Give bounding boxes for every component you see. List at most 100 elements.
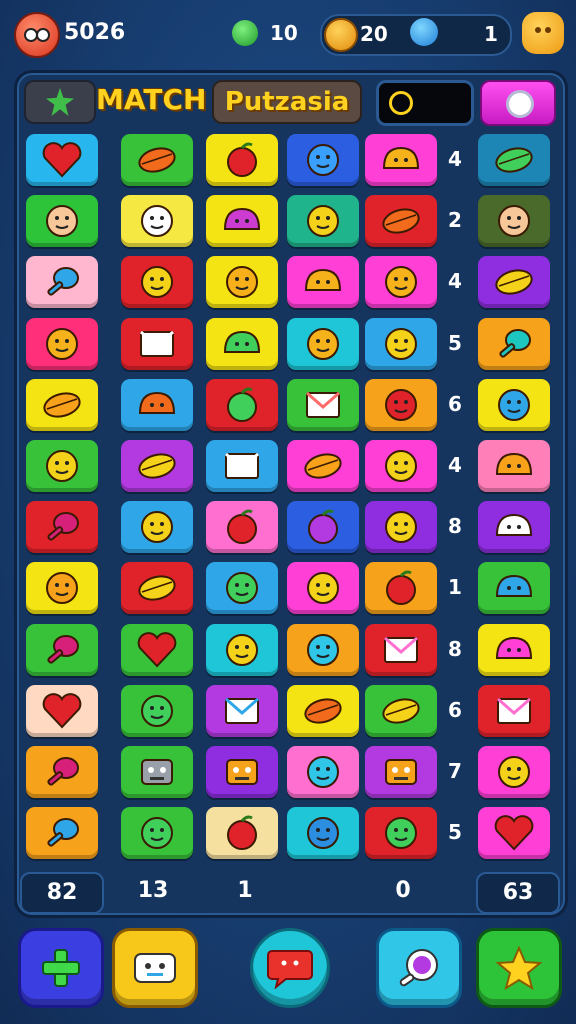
grid-tile[interactable] <box>287 501 359 554</box>
pink-orb-button[interactable] <box>480 80 556 126</box>
grid-tile[interactable] <box>365 378 437 431</box>
row-count: 2 <box>448 208 462 233</box>
grid-tile[interactable] <box>26 195 98 248</box>
grid-tile[interactable] <box>121 746 193 798</box>
grid-tile[interactable] <box>121 440 193 492</box>
grid-tile[interactable] <box>121 256 193 309</box>
env-icon <box>306 391 340 418</box>
grid-tile[interactable] <box>478 501 550 554</box>
grid-tile[interactable] <box>478 440 550 492</box>
leaf-icon <box>138 575 176 601</box>
face-icon <box>141 266 173 299</box>
grid-tile[interactable] <box>121 684 193 737</box>
grid-tile[interactable] <box>287 440 359 492</box>
add-button[interactable] <box>18 928 104 1008</box>
grid-tile[interactable] <box>121 195 193 248</box>
grid-tile[interactable] <box>478 134 550 186</box>
grid-tile[interactable] <box>206 623 278 676</box>
face-icon <box>385 266 417 299</box>
avatar[interactable] <box>14 12 60 58</box>
grid-tile[interactable] <box>206 684 278 737</box>
grid-tile[interactable] <box>26 684 98 737</box>
grid-tile[interactable] <box>121 501 193 554</box>
grid-tile[interactable] <box>26 746 98 798</box>
grid-tile[interactable] <box>287 134 359 186</box>
grid-tile[interactable] <box>365 256 437 309</box>
ring-indicator <box>376 80 474 126</box>
grid-tile[interactable] <box>365 746 437 798</box>
grid-tile[interactable] <box>121 807 193 860</box>
grid-tile[interactable] <box>26 317 98 370</box>
grid-tile[interactable] <box>478 684 550 737</box>
grid-tile[interactable] <box>365 317 437 370</box>
grid-tile[interactable] <box>478 746 550 798</box>
robot-icon <box>134 953 176 983</box>
grid-tile[interactable] <box>365 440 437 492</box>
grid-tile[interactable] <box>478 807 550 860</box>
grid-tile[interactable] <box>26 623 98 676</box>
grid-tile[interactable] <box>287 562 359 615</box>
grid-tile[interactable] <box>478 195 550 248</box>
grid-tile[interactable] <box>365 134 437 186</box>
grid-tile[interactable] <box>26 440 98 492</box>
grid-tile[interactable] <box>287 746 359 798</box>
chat-icon <box>267 950 313 989</box>
grid-tile[interactable] <box>478 378 550 431</box>
env-icon <box>225 697 259 724</box>
apple-icon <box>227 142 257 177</box>
coins-count: 5026 <box>64 20 126 45</box>
grid-tile[interactable] <box>206 195 278 248</box>
grid-tile[interactable] <box>287 807 359 860</box>
grid-tile[interactable] <box>121 623 193 676</box>
grid-tile[interactable] <box>26 501 98 554</box>
star-button[interactable] <box>476 928 562 1008</box>
grid-tile[interactable] <box>206 501 278 554</box>
back-button[interactable] <box>24 80 96 124</box>
grid-tile[interactable] <box>26 134 98 186</box>
grid-tile[interactable] <box>478 317 550 370</box>
grid-tile[interactable] <box>121 378 193 431</box>
grid-tile[interactable] <box>206 440 278 492</box>
face-icon <box>307 205 339 238</box>
grid-tile[interactable] <box>365 501 437 554</box>
gold-count: 20 <box>360 22 388 46</box>
grid-tile[interactable] <box>365 684 437 737</box>
chat-button[interactable] <box>250 928 330 1008</box>
grid-tile[interactable] <box>26 807 98 860</box>
heart-icon <box>137 631 177 668</box>
grid-tile[interactable] <box>206 746 278 798</box>
potion-button[interactable] <box>376 928 462 1008</box>
grid-tile[interactable] <box>478 256 550 309</box>
grid-tile[interactable] <box>365 195 437 248</box>
grid-tile[interactable] <box>287 317 359 370</box>
grid-tile[interactable] <box>478 623 550 676</box>
grid-tile[interactable] <box>365 807 437 860</box>
grid-tile[interactable] <box>26 378 98 431</box>
grid-tile[interactable] <box>478 562 550 615</box>
grid-tile[interactable] <box>287 623 359 676</box>
grid-tile[interactable] <box>206 807 278 860</box>
grid-tile[interactable] <box>206 378 278 431</box>
grid-tile[interactable] <box>287 256 359 309</box>
grid-tile[interactable] <box>121 134 193 186</box>
grid-tile[interactable] <box>26 562 98 615</box>
grid-tile[interactable] <box>287 195 359 248</box>
grid-tile[interactable] <box>206 134 278 186</box>
grid-tile[interactable] <box>287 684 359 737</box>
grid-tile[interactable] <box>121 317 193 370</box>
grid-tile[interactable] <box>206 317 278 370</box>
blob-icon <box>495 452 533 475</box>
grid-tile[interactable] <box>121 562 193 615</box>
blob-icon <box>138 391 176 414</box>
grid-tile[interactable] <box>365 623 437 676</box>
grid-tile[interactable] <box>287 378 359 431</box>
face-icon <box>46 450 78 482</box>
robot-icon <box>385 759 417 785</box>
grid-tile[interactable] <box>365 562 437 615</box>
grid-tile[interactable] <box>206 562 278 615</box>
profile-face-button[interactable] <box>522 12 564 54</box>
grid-tile[interactable] <box>26 256 98 309</box>
robot-button[interactable] <box>112 928 198 1008</box>
grid-tile[interactable] <box>206 256 278 309</box>
heart-icon <box>42 692 82 729</box>
